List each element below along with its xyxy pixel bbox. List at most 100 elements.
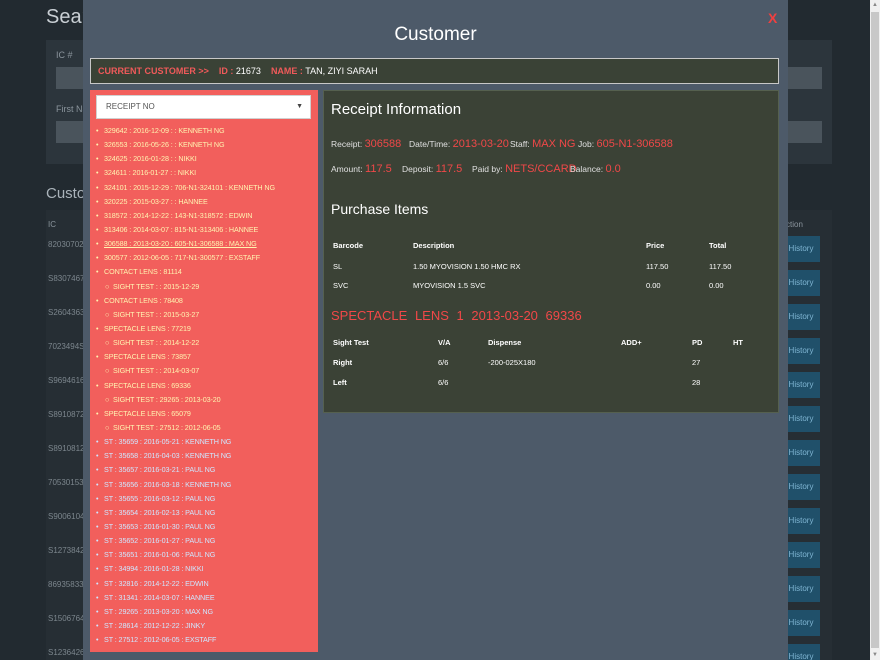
history-item-label: SIGHT TEST : : 2014-12-22 [113, 338, 200, 348]
history-item-label: ST : 28614 : 2012-12-22 : JINKY [104, 620, 206, 630]
history-item-label: CONTACT LENS : 78408 [104, 295, 183, 305]
history-item[interactable]: • 324611 : 2016-01-27 : : NIKKI [96, 166, 316, 180]
history-item[interactable]: • 329642 : 2016-12-09 : : KENNETH NG [96, 124, 316, 138]
history-item[interactable]: • 313406 : 2014-03-07 : 815-N1-313406 : H… [96, 223, 316, 237]
history-item[interactable]: • SPECTACLE LENS : 73857 [96, 350, 316, 364]
receipt-heading: Receipt Information [331, 101, 462, 118]
history-item-label: SPECTACLE LENS : 73857 [104, 352, 191, 362]
circle-bullet-icon: ○ [105, 338, 110, 348]
history-item-label: 324625 : 2016-01-28 : : NIKKI [104, 154, 197, 164]
history-item-label: 306588 : 2013-03-20 : 605-N1-306588 : MA… [104, 239, 257, 249]
bullet-icon: • [96, 507, 99, 517]
sight-col-dispense: Dispense [488, 338, 522, 347]
circle-bullet-icon: ○ [105, 394, 110, 404]
receipt-job: Job: 605-N1-306588 [578, 138, 673, 150]
history-list-panel: RECEIPT NO ▼ • 329642 : 2016-12-09 : : KE… [90, 90, 318, 652]
history-item[interactable]: • CONTACT LENS : 81114 [96, 265, 316, 279]
history-item[interactable]: • 326553 : 2016-05-26 : : KENNETH NG [96, 138, 316, 152]
scroll-thumb[interactable] [871, 12, 879, 648]
sort-select[interactable]: RECEIPT NO ▼ [96, 95, 311, 119]
purchase-col-barcode: Barcode [333, 241, 364, 250]
history-item-label: ST : 35657 : 2016-03-21 : PAUL NG [104, 465, 216, 475]
bullet-icon: • [96, 592, 99, 602]
history-item[interactable]: • ST : 29265 : 2013-03-20 : MAX NG [96, 605, 316, 619]
history-item[interactable]: • ST : 35656 : 2016-03-18 : KENNETH NG [96, 478, 316, 492]
bullet-icon: • [96, 253, 99, 263]
history-item-label: 320225 : 2015-03-27 : : HANNEE [104, 196, 208, 206]
history-item[interactable]: • 324625 : 2016-01-28 : : NIKKI [96, 152, 316, 166]
bg-col-action: ction [786, 220, 803, 229]
sight-col-add: ADD+ [621, 338, 642, 347]
history-subitem[interactable]: ○ SIGHT TEST : : 2014-12-22 [96, 336, 316, 350]
history-item[interactable]: • ST : 35652 : 2016-01-27 : PAUL NG [96, 534, 316, 548]
sort-select-value: RECEIPT NO [106, 102, 155, 111]
bullet-icon: • [96, 323, 99, 333]
history-item-label: CONTACT LENS : 81114 [104, 267, 182, 277]
history-item[interactable]: • 300577 : 2012-06-05 : 717-N1-300577 : E… [96, 251, 316, 265]
bullet-icon: • [96, 380, 99, 390]
history-item[interactable]: • SPECTACLE LENS : 69336 [96, 379, 316, 393]
spectacle-lens-count: 1 [456, 308, 464, 323]
sight-cell: Left [333, 378, 347, 387]
sight-col-sight-test: Sight Test [333, 338, 369, 347]
history-item-label: ST : 34994 : 2016-01-28 : NIKKI [104, 564, 204, 574]
receipt-deposit: Deposit: 117.5 [402, 163, 462, 175]
page-scrollbar[interactable]: ▲ ▼ [870, 0, 880, 660]
history-item[interactable]: • 318572 : 2014-12-22 : 143-N1-318572 : E… [96, 209, 316, 223]
history-item-label: 318572 : 2014-12-22 : 143-N1-318572 : ED… [104, 210, 253, 220]
history-item[interactable]: • SPECTACLE LENS : 65079 [96, 407, 316, 421]
history-item[interactable]: • ST : 34994 : 2016-01-28 : NIKKI [96, 562, 316, 576]
history-item-label: ST : 35652 : 2016-01-27 : PAUL NG [104, 536, 216, 546]
history-item[interactable]: • ST : 35657 : 2016-03-21 : PAUL NG [96, 463, 316, 477]
history-item-label: SPECTACLE LENS : 65079 [104, 408, 191, 418]
history-item[interactable]: • 324101 : 2015-12-29 : 706-N1-324101 : K… [96, 181, 316, 195]
history-item-label: ST : 29265 : 2013-03-20 : MAX NG [104, 606, 213, 616]
purchase-col-total: Total [709, 241, 727, 250]
sight-cell: -200-025X180 [488, 358, 536, 367]
history-item[interactable]: • 306588 : 2013-03-20 : 605-N1-306588 : M… [96, 237, 316, 251]
circle-bullet-icon: ○ [105, 309, 110, 319]
history-item[interactable]: • SPECTACLE LENS : 77219 [96, 322, 316, 336]
scroll-down-icon[interactable]: ▼ [872, 652, 878, 658]
history-item-label: ST : 35651 : 2016-01-06 : PAUL NG [104, 550, 216, 560]
receipt-paidby: Paid by: NETS/CCARD [472, 163, 577, 175]
history-item[interactable]: • 320225 : 2015-03-27 : : HANNEE [96, 195, 316, 209]
history-item-label: SIGHT TEST : 29265 : 2013-03-20 [113, 394, 221, 404]
history-item[interactable]: • ST : 32816 : 2014-12-22 : EDWIN [96, 577, 316, 591]
history-subitem[interactable]: ○ SIGHT TEST : : 2015-12-29 [96, 280, 316, 294]
history-item[interactable]: • ST : 35654 : 2016-02-13 : PAUL NG [96, 506, 316, 520]
history-item-label: ST : 35655 : 2016-03-12 : PAUL NG [104, 493, 216, 503]
scroll-up-icon[interactable]: ▲ [872, 2, 878, 8]
history-item[interactable]: • ST : 31341 : 2014-03-07 : HANNEE [96, 591, 316, 605]
receipt-datetime-label: Date/Time: [409, 139, 451, 149]
history-item[interactable]: • ST : 35651 : 2016-01-06 : PAUL NG [96, 548, 316, 562]
bg-col-ic: IC [48, 220, 56, 229]
bullet-icon: • [96, 408, 99, 418]
history-subitem[interactable]: ○ SIGHT TEST : : 2014-03-07 [96, 364, 316, 378]
history-item[interactable]: • ST : 35653 : 2016-01-30 : PAUL NG [96, 520, 316, 534]
history-item[interactable]: • ST : 35658 : 2016-04-03 : KENNETH NG [96, 449, 316, 463]
history-item[interactable]: • ST : 35659 : 2016-05-21 : KENNETH NG [96, 435, 316, 449]
receipt-no: Receipt: 306588 [331, 138, 401, 150]
sight-col-pd: PD [692, 338, 703, 347]
history-subitem[interactable]: ○ SIGHT TEST : : 2015-03-27 [96, 308, 316, 322]
customer-name-value: TAN, ZIYI SARAH [305, 66, 378, 76]
bullet-icon: • [96, 606, 99, 616]
history-subitem[interactable]: ○ SIGHT TEST : 27512 : 2012-06-05 [96, 421, 316, 435]
sight-cell: 6/6 [438, 378, 449, 387]
history-item[interactable]: • ST : 35655 : 2016-03-12 : PAUL NG [96, 492, 316, 506]
purchase-cell: 1.50 MYOVISION 1.50 HMC RX [413, 262, 521, 271]
history-subitem[interactable]: ○ SIGHT TEST : 29265 : 2013-03-20 [96, 393, 316, 407]
modal-title: Customer [394, 24, 477, 45]
history-item[interactable]: • ST : 28614 : 2012-12-22 : JINKY [96, 619, 316, 633]
receipt-staff: Staff: MAX NG [510, 138, 575, 150]
history-item[interactable]: • CONTACT LENS : 78408 [96, 294, 316, 308]
customer-name-label: NAME : [270, 66, 303, 76]
history-item-label: 324611 : 2016-01-27 : : NIKKI [104, 168, 197, 178]
purchase-cell: 0.00 [709, 281, 724, 290]
close-button[interactable]: X [768, 10, 777, 26]
receipt-deposit-value: 117.5 [435, 163, 463, 175]
spectacle-lens-label: SPECTACLE LENS [331, 308, 449, 323]
history-item-label: SPECTACLE LENS : 77219 [104, 323, 191, 333]
history-item[interactable]: • ST : 27512 : 2012-06-05 : EXSTAFF [96, 633, 316, 647]
